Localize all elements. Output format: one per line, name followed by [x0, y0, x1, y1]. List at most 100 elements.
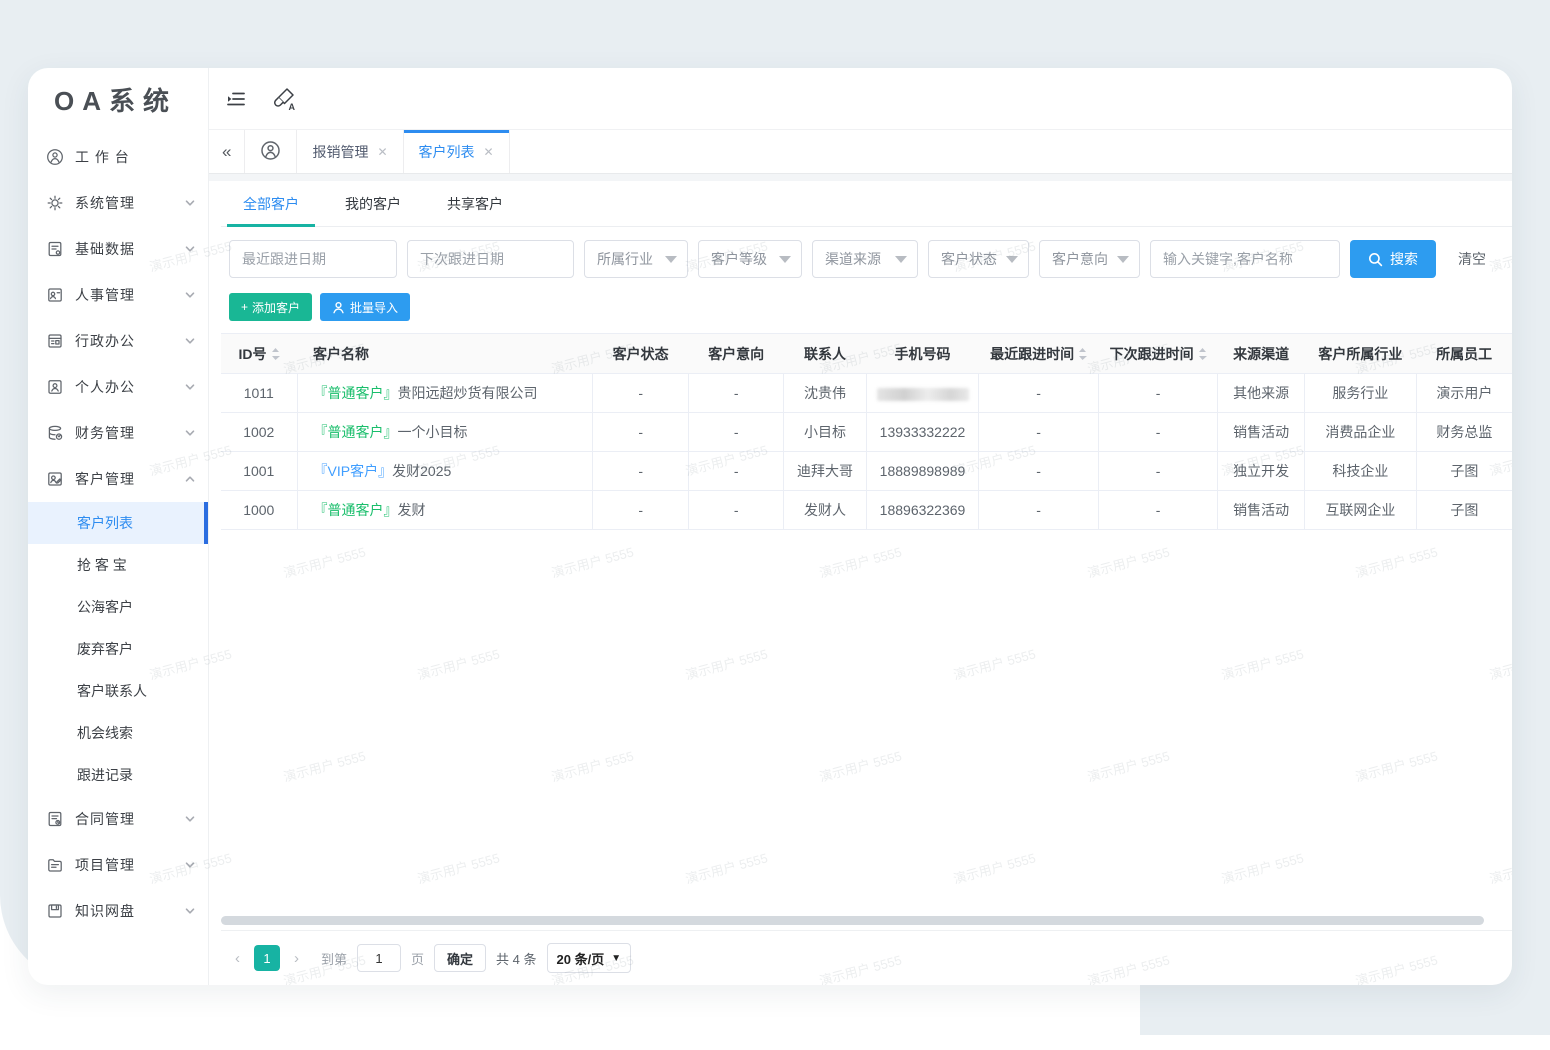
cell-id: 1001 [221, 452, 297, 491]
sidebar-item-hr[interactable]: 人事管理 [28, 272, 208, 318]
sidebar-item-system[interactable]: 系统管理 [28, 180, 208, 226]
sidebar-item-opportunity-leads[interactable]: 机会线索 [28, 712, 208, 754]
tab-close-icon[interactable]: ✕ [484, 145, 494, 159]
sidebar: OA系统 工 作 台系统管理基础数据人事管理行政办公个人办公财务管理客户管理客户… [28, 68, 209, 985]
page-number-button[interactable]: 1 [254, 945, 280, 971]
cell-contact: 发财人 [784, 491, 866, 530]
batch-import-button[interactable]: 批量导入 [320, 293, 410, 321]
horizontal-scrollbar [221, 916, 1510, 926]
sidebar-item-finance[interactable]: 财务管理 [28, 410, 208, 456]
cell-channel: 销售活动 [1218, 491, 1305, 530]
pagination-bar: ‹ 1 › 到第 页 确定 共 4 条 20 条/页▼ [221, 930, 1512, 985]
goto-page-input[interactable] [357, 944, 401, 972]
sort-icon[interactable] [1078, 347, 1087, 364]
goto-confirm-button[interactable]: 确定 [434, 944, 486, 972]
horizontal-scrollbar-thumb[interactable] [221, 916, 1484, 925]
keyword-input-field[interactable] [1163, 251, 1327, 267]
content-spacer [221, 530, 1512, 916]
cell-name: 『普通客户』贵阳远超炒货有限公司 [297, 374, 593, 413]
goto-suffix: 页 [411, 949, 424, 968]
blurred-phone-number [877, 388, 969, 401]
cell-next_follow: - [1098, 374, 1217, 413]
date-input-1 [407, 240, 574, 278]
subtab-1[interactable]: 我的客户 [329, 181, 417, 226]
filter-select-1[interactable]: 客户等级 [698, 240, 802, 278]
add-customer-button[interactable]: +添加客户 [229, 293, 312, 321]
filter-select-2[interactable]: 渠道来源 [812, 240, 918, 278]
theme-brush-icon[interactable]: A [271, 86, 297, 112]
workbench-icon [46, 148, 64, 166]
sidebar-item-personal-office[interactable]: 个人办公 [28, 364, 208, 410]
sidebar-item-qiangkebao[interactable]: 抢 客 宝 [28, 544, 208, 586]
app-window: OA系统 工 作 台系统管理基础数据人事管理行政办公个人办公财务管理客户管理客户… [28, 68, 1512, 985]
cell-phone: 18896322369 [866, 491, 979, 530]
next-page-button[interactable]: › [290, 950, 303, 967]
tabs-collapse-button[interactable]: « [209, 130, 245, 173]
filter-select-4[interactable]: 客户意向 [1039, 240, 1140, 278]
sidebar-item-project[interactable]: 项目管理 [28, 842, 208, 888]
sidebar-item-customer-contacts[interactable]: 客户联系人 [28, 670, 208, 712]
cell-next_follow: - [1098, 452, 1217, 491]
date-input-field-1[interactable] [420, 251, 561, 267]
date-input-field-0[interactable] [242, 251, 384, 267]
table-row[interactable]: 1011『普通客户』贵阳远超炒货有限公司--沈贵伟--其他来源服务行业演示用户 [221, 374, 1512, 413]
subtab-2[interactable]: 共享客户 [431, 181, 519, 226]
column-header-next_follow[interactable]: 下次跟进时间 [1098, 334, 1217, 374]
clear-button[interactable]: 清空 [1458, 249, 1486, 269]
tab-close-icon[interactable]: ✕ [377, 145, 387, 159]
column-header-last_follow[interactable]: 最近跟进时间 [979, 334, 1098, 374]
cell-last_follow: - [979, 491, 1098, 530]
collapse-menu-icon[interactable] [223, 86, 249, 112]
table-row[interactable]: 1002『普通客户』一个小目标--小目标13933332222--销售活动消费品… [221, 413, 1512, 452]
page-size-select[interactable]: 20 条/页▼ [547, 943, 632, 973]
customer-name[interactable]: 发财2025 [392, 463, 451, 479]
customer-name[interactable]: 发财 [398, 502, 426, 518]
customer-table: ID号客户名称客户状态客户意向联系人手机号码最近跟进时间下次跟进时间来源渠道客户… [221, 333, 1512, 530]
customer-card-icon [46, 470, 64, 488]
sidebar-item-public-sea[interactable]: 公海客户 [28, 586, 208, 628]
cell-next_follow: - [1098, 413, 1217, 452]
tab-home[interactable] [245, 130, 297, 173]
cell-contact: 迪拜大哥 [784, 452, 866, 491]
sidebar-item-knowledge[interactable]: 知识网盘 [28, 888, 208, 934]
sidebar-item-contract[interactable]: 合同管理 [28, 796, 208, 842]
cell-channel: 其他来源 [1218, 374, 1305, 413]
cell-name: 『VIP客户』发财2025 [297, 452, 593, 491]
customer-name[interactable]: 一个小目标 [398, 424, 468, 440]
keyword-input [1150, 240, 1340, 278]
column-header-id[interactable]: ID号 [221, 334, 297, 374]
chevron-down-icon [184, 335, 196, 347]
chevron-down-icon [1006, 256, 1018, 263]
customer-level-tag: 『普通客户』 [314, 502, 398, 518]
cell-intent: - [688, 452, 784, 491]
subtab-0[interactable]: 全部客户 [227, 181, 315, 226]
app-logo: OA系统 [28, 68, 208, 130]
chevron-down-icon [665, 256, 677, 263]
sidebar-item-workbench[interactable]: 工 作 台 [28, 134, 208, 180]
tab-customer-list[interactable]: 客户列表✕ [404, 130, 510, 173]
sidebar-item-customer-list[interactable]: 客户列表 [28, 502, 208, 544]
prev-page-button[interactable]: ‹ [231, 950, 244, 967]
table-row[interactable]: 1000『普通客户』发财--发财人18896322369--销售活动互联网企业子… [221, 491, 1512, 530]
sort-icon[interactable] [1198, 347, 1207, 364]
sidebar-item-basicdata[interactable]: 基础数据 [28, 226, 208, 272]
cell-phone: 13933332222 [866, 413, 979, 452]
plus-icon: + [241, 300, 248, 314]
sidebar-item-customer[interactable]: 客户管理 [28, 456, 208, 502]
customer-name[interactable]: 贵阳远超炒货有限公司 [398, 385, 538, 401]
sort-icon[interactable] [271, 347, 280, 364]
subtab-label: 我的客户 [345, 194, 401, 214]
top-toolbar: A [209, 68, 1512, 130]
cell-industry: 互联网企业 [1304, 491, 1416, 530]
cell-industry: 消费品企业 [1304, 413, 1416, 452]
table-row[interactable]: 1001『VIP客户』发财2025--迪拜大哥18889898989--独立开发… [221, 452, 1512, 491]
cell-id: 1002 [221, 413, 297, 452]
filter-select-3[interactable]: 客户状态 [928, 240, 1029, 278]
sidebar-item-admin-office[interactable]: 行政办公 [28, 318, 208, 364]
open-tabs: 报销管理✕客户列表✕ [297, 130, 509, 173]
tab-tab0[interactable]: 报销管理✕ [297, 130, 403, 173]
filter-select-0[interactable]: 所属行业 [584, 240, 688, 278]
sidebar-item-follow-records[interactable]: 跟进记录 [28, 754, 208, 796]
search-button[interactable]: 搜索 [1350, 240, 1436, 278]
sidebar-item-abandoned[interactable]: 废弃客户 [28, 628, 208, 670]
